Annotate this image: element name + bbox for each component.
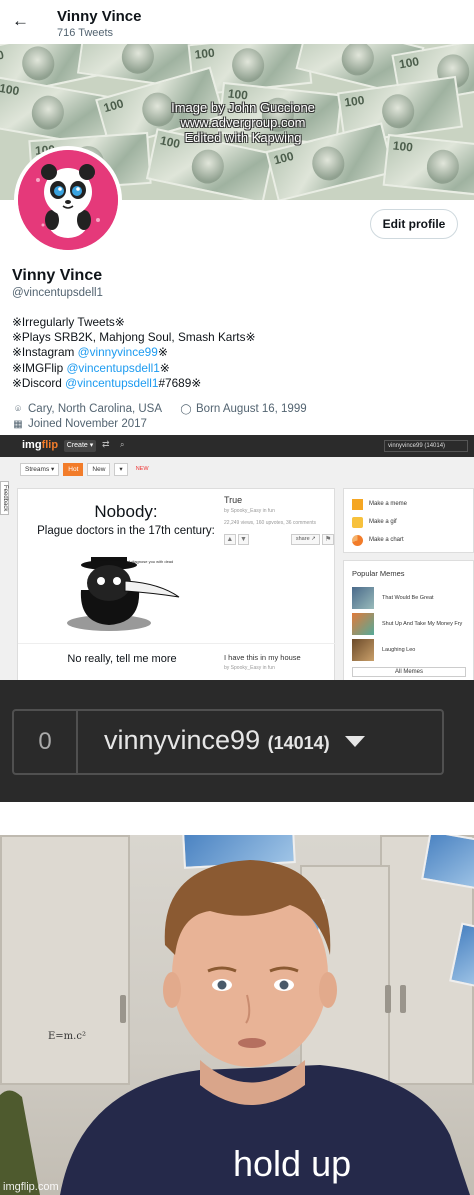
popular-memes-panel: Popular Memes That Would Be Great Shut U… — [343, 560, 474, 680]
discord-link[interactable]: @vincentupsdell1 — [65, 376, 158, 390]
user-dropdown[interactable]: 0 vinnyvince99 (14014) — [12, 709, 444, 775]
imgflip-link[interactable]: @vincentupsdell1 — [66, 361, 159, 375]
all-memes-button[interactable]: All Memes — [352, 667, 466, 677]
meme-text-sub: Plague doctors in the 17th century: — [37, 525, 215, 537]
banner-credit-text: Image by John Guccione www.advergroup.co… — [171, 100, 315, 145]
stream-tabs: Streams ▾ Hot New ▾ NEW — [20, 463, 153, 477]
user-menu[interactable]: vinnyvince99 (14014) — [384, 440, 468, 452]
meme-icon — [352, 498, 363, 510]
meme-text-top: Nobody: — [94, 502, 158, 521]
joined-text: Joined November 2017 — [28, 418, 147, 430]
calendar-icon: ▦ — [13, 419, 23, 430]
svg-text:I diagnose you with dead: I diagnose you with dead — [129, 559, 173, 564]
meme-text-top[interactable]: No really, tell me more — [18, 653, 226, 665]
imgflip-logo[interactable]: imgflip — [22, 439, 58, 451]
user-handle: @vincentupsdell1 — [12, 287, 103, 299]
imgflip-watermark: imgflip.com — [3, 1181, 59, 1193]
flag-icon[interactable]: ⚑ — [322, 534, 334, 545]
caret-down-icon — [345, 736, 366, 748]
meme-image[interactable]: Nobody: Plague doctors in the 17th centu… — [26, 495, 226, 635]
twitter-profile-panel: ← Vinny Vince 716 Tweets 100 100 100 100… — [0, 0, 474, 435]
bio-line: ※Instagram @vinnyvince99※ — [12, 345, 168, 360]
header-name: Vinny Vince — [57, 8, 142, 25]
meme-info: True by Spooky_Easy in fun 22,249 views,… — [224, 495, 334, 545]
new-badge: NEW — [135, 466, 149, 472]
imgflip-screenshot: imgflip Create ▾ ⇄ ⌕ vinnyvince99 (14014… — [0, 435, 474, 680]
make-chart-link[interactable]: Make a chart — [352, 533, 404, 547]
bio-line: ※Discord @vincentupsdell1#7689※ — [12, 375, 202, 390]
feedback-tab[interactable]: Feedback — [0, 481, 9, 515]
location-text: Cary, North Carolina, USA — [28, 403, 162, 415]
imgflip-topbar: imgflip Create ▾ ⇄ ⌕ vinnyvince99 (14014… — [0, 435, 474, 457]
boy-figure — [0, 860, 470, 1195]
zoomed-user-bar: 0 vinnyvince99 (14014) — [0, 680, 474, 802]
search-icon[interactable]: ⌕ — [120, 440, 124, 450]
popular-meme-item[interactable]: Laughing Leo — [352, 639, 415, 661]
birthday-text: Born August 16, 1999 — [196, 403, 307, 415]
avatar[interactable] — [14, 146, 122, 254]
shuffle-icon[interactable]: ⇄ — [102, 439, 110, 450]
meme-feed: Nobody: Plague doctors in the 17th centu… — [17, 488, 336, 680]
popular-meme-item[interactable]: Shut Up And Take My Money Fry — [352, 613, 462, 635]
bio-line: ※Plays SRB2K, Mahjong Soul, Smash Karts※ — [12, 330, 256, 345]
tab-more[interactable]: ▾ — [114, 463, 128, 476]
points-count: (14014) — [267, 733, 330, 753]
meme-author[interactable]: by Spooky_Easy in fun — [224, 508, 334, 514]
notification-count[interactable]: 0 — [14, 711, 78, 773]
edit-profile-button[interactable]: Edit profile — [370, 209, 458, 239]
meme-title[interactable]: I have this in my house — [224, 653, 334, 662]
downvote-button[interactable]: ▼ — [237, 534, 250, 545]
profile-header: ← Vinny Vince 716 Tweets — [0, 0, 474, 44]
meme-title[interactable]: True — [224, 495, 334, 505]
balloon-icon: ◯ — [180, 404, 192, 415]
username-label[interactable]: vinnyvince99 (14014) — [104, 725, 366, 756]
meme-caption: hold up — [233, 1143, 352, 1184]
meme-stats: 22,249 views, 160 upvotes, 36 comments — [224, 520, 316, 526]
pie-chart-icon — [352, 534, 363, 546]
make-gif-link[interactable]: Make a gif — [352, 515, 397, 529]
tweet-count: 716 Tweets — [57, 27, 114, 39]
make-meme-link[interactable]: Make a meme — [352, 497, 407, 511]
create-button[interactable]: Create ▾ — [64, 440, 96, 452]
plague-doctor-illustration: I diagnose you with dead — [67, 557, 180, 631]
display-name: Vinny Vince — [12, 267, 103, 284]
tab-hot[interactable]: Hot — [63, 463, 84, 476]
tab-streams[interactable]: Streams ▾ — [20, 463, 60, 476]
meme-author[interactable]: by Spooky_Easy in fun — [224, 665, 334, 671]
make-actions-panel: Make a meme Make a gif Make a chart — [343, 488, 474, 553]
arrow-left-icon[interactable]: ← — [12, 12, 30, 30]
upvote-button[interactable]: ▲ — [224, 534, 236, 545]
popular-memes-title: Popular Memes — [352, 569, 405, 578]
meme-info: I have this in my house by Spooky_Easy i… — [224, 653, 334, 671]
profile-meta: ⌾ Cary, North Carolina, USA ◯ Born Augus… — [12, 402, 307, 432]
bio-line: ※IMGFlip @vincentupsdell1※ — [12, 360, 170, 375]
instagram-link[interactable]: @vinnyvince99 — [78, 345, 158, 359]
reaction-photo: E=m.c² hold up imgflip.com — [0, 835, 474, 1195]
bio-line: ※Irregularly Tweets※ — [12, 315, 125, 329]
share-button[interactable]: share ↗ — [291, 534, 321, 545]
tab-new[interactable]: New — [87, 463, 111, 476]
location-pin-icon: ⌾ — [15, 404, 21, 415]
profile-bio: ※Irregularly Tweets※ ※Plays SRB2K, Mahjo… — [12, 315, 255, 391]
popular-meme-item[interactable]: That Would Be Great — [352, 587, 434, 609]
panel-gap — [0, 802, 474, 835]
gif-icon — [352, 516, 363, 528]
